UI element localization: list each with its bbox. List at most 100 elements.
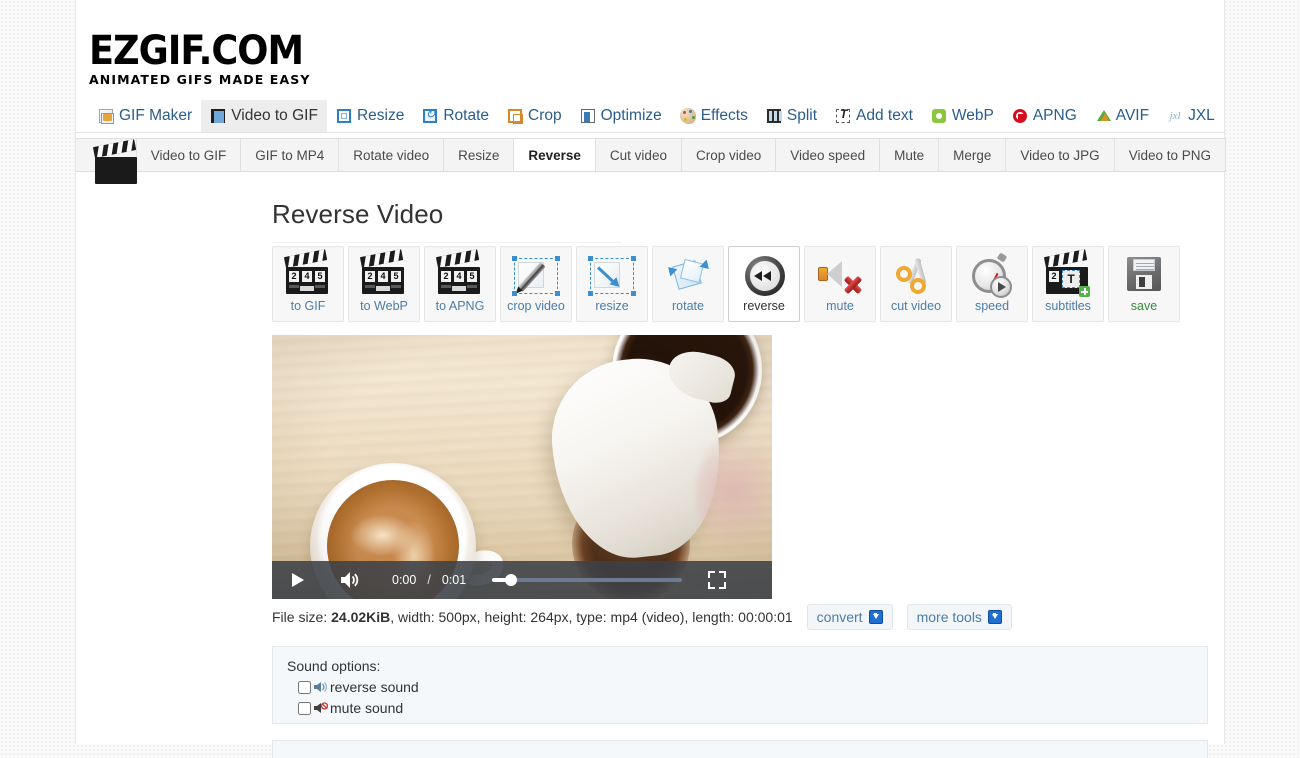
tool-crop-video[interactable]: crop video bbox=[500, 246, 572, 322]
nav-label: Effects bbox=[701, 107, 748, 125]
current-time: 0:00 bbox=[392, 573, 416, 587]
nav-label: APNG bbox=[1033, 107, 1077, 125]
nav-item-jxl[interactable]: jxl JXL bbox=[1158, 100, 1224, 132]
sound-options-panel: Sound options: reverse sound bbox=[272, 646, 1208, 724]
subnav-item-reverse[interactable]: Reverse bbox=[514, 139, 596, 171]
subnav-item-video-to-jpg[interactable]: Video to JPG bbox=[1006, 139, 1114, 171]
clapperboard-icon: 245 bbox=[284, 254, 332, 298]
nav-item-split[interactable]: Split bbox=[757, 100, 826, 132]
more-tools-label: more tools bbox=[917, 609, 982, 625]
nav-item-avif[interactable]: AVIF bbox=[1086, 100, 1158, 132]
speaker-reverse-icon bbox=[313, 680, 328, 694]
download-arrow-icon bbox=[988, 610, 1002, 624]
seek-slider[interactable] bbox=[492, 573, 682, 587]
tool-to-webp[interactable]: 245 to WebP bbox=[348, 246, 420, 322]
subnav-item-rotate-video[interactable]: Rotate video bbox=[339, 139, 444, 171]
subnav-label: Mute bbox=[894, 148, 924, 163]
subnav-item-crop-video[interactable]: Crop video bbox=[682, 139, 776, 171]
convert-button[interactable]: convert bbox=[807, 604, 893, 630]
sound-option-mute-sound[interactable]: mute sound bbox=[287, 700, 1207, 716]
reverse-sound-checkbox[interactable] bbox=[298, 681, 311, 694]
subnav-label: Video to PNG bbox=[1129, 148, 1211, 163]
nav-label: AVIF bbox=[1116, 107, 1149, 125]
tool-label: resize bbox=[595, 299, 628, 313]
nav-label: Video to GIF bbox=[231, 107, 318, 125]
nav-label: Rotate bbox=[443, 107, 489, 125]
nav-item-apng[interactable]: APNG bbox=[1003, 100, 1086, 132]
tool-subtitles[interactable]: 2 T subtitles bbox=[1032, 246, 1104, 322]
subnav-item-video-speed[interactable]: Video speed bbox=[776, 139, 880, 171]
nav-label: GIF Maker bbox=[119, 107, 192, 125]
site-logo[interactable]: EZGIF.COM ANIMATED GIFS MADE EASY bbox=[89, 31, 310, 87]
subnav-label: Reverse bbox=[528, 148, 581, 163]
subnav-item-cut-video[interactable]: Cut video bbox=[596, 139, 682, 171]
subnav-item-video-to-png[interactable]: Video to PNG bbox=[1115, 139, 1226, 171]
optimize-icon bbox=[580, 108, 596, 124]
tool-rotate[interactable]: rotate bbox=[652, 246, 724, 322]
tool-speed[interactable]: speed bbox=[956, 246, 1028, 322]
subnav-label: Crop video bbox=[696, 148, 761, 163]
rewind-icon bbox=[740, 254, 788, 298]
scissors-icon bbox=[892, 254, 940, 298]
mute-sound-label[interactable]: mute sound bbox=[330, 700, 403, 716]
tool-label: cut video bbox=[891, 299, 941, 313]
video-vignette bbox=[272, 335, 772, 599]
nav-item-webp[interactable]: WebP bbox=[922, 100, 1003, 132]
nav-item-add-text[interactable]: Add text bbox=[826, 100, 922, 132]
video-player[interactable]: 0:00 / 0:01 bbox=[272, 335, 772, 599]
page-title: Reverse Video bbox=[76, 172, 1226, 230]
tool-cut-video[interactable]: cut video bbox=[880, 246, 952, 322]
file-info-line: File size: 24.02KiB, width: 500px, heigh… bbox=[272, 604, 1012, 630]
nav-item-effects[interactable]: Effects bbox=[671, 100, 757, 132]
crop-icon bbox=[507, 108, 523, 124]
subnav-item-gif-to-mp4[interactable]: GIF to MP4 bbox=[241, 139, 339, 171]
nav-item-optimize[interactable]: Optimize bbox=[571, 100, 671, 132]
tool-mute[interactable]: mute bbox=[804, 246, 876, 322]
nav-item-gif-maker[interactable]: GIF Maker bbox=[89, 100, 201, 132]
tool-label: rotate bbox=[672, 299, 704, 313]
tool-to-apng[interactable]: 245 to APNG bbox=[424, 246, 496, 322]
main-navigation: GIF Maker Video to GIF Resize Rotate Cro… bbox=[76, 100, 1226, 133]
subnav-label: Merge bbox=[953, 148, 991, 163]
subtitles-icon: 2 T bbox=[1044, 254, 1092, 298]
tool-label: to GIF bbox=[291, 299, 326, 313]
tool-resize[interactable]: resize bbox=[576, 246, 648, 322]
apng-icon bbox=[1012, 108, 1028, 124]
sub-navigation: Video to GIF GIF to MP4 Rotate video Res… bbox=[76, 138, 1226, 172]
mute-sound-checkbox[interactable] bbox=[298, 702, 311, 715]
jxl-icon: jxl bbox=[1167, 108, 1183, 124]
sound-option-reverse-sound[interactable]: reverse sound bbox=[287, 679, 1207, 695]
nav-item-crop[interactable]: Crop bbox=[498, 100, 571, 132]
play-icon[interactable] bbox=[284, 572, 312, 588]
tool-label: save bbox=[1131, 299, 1157, 313]
gif-maker-icon bbox=[98, 108, 114, 124]
nav-item-video-to-gif[interactable]: Video to GIF bbox=[201, 100, 327, 132]
subnav-item-resize[interactable]: Resize bbox=[444, 139, 514, 171]
subnav-item-merge[interactable]: Merge bbox=[939, 139, 1006, 171]
reverse-sound-label[interactable]: reverse sound bbox=[330, 679, 419, 695]
fullscreen-icon[interactable] bbox=[708, 571, 726, 589]
nav-label: Split bbox=[787, 107, 817, 125]
nav-label: JXL bbox=[1188, 107, 1215, 125]
tool-reverse[interactable]: reverse bbox=[728, 246, 800, 322]
tool-to-gif[interactable]: 245 to GIF bbox=[272, 246, 344, 322]
subnav-label: Video speed bbox=[790, 148, 865, 163]
subnav-item-mute[interactable]: Mute bbox=[880, 139, 939, 171]
nav-item-rotate[interactable]: Rotate bbox=[413, 100, 498, 132]
clapperboard-icon: 245 bbox=[360, 254, 408, 298]
subnav-home-clapperboard-icon[interactable] bbox=[76, 139, 137, 171]
download-arrow-icon bbox=[869, 610, 883, 624]
convert-label: convert bbox=[817, 609, 863, 625]
seek-handle[interactable] bbox=[505, 574, 517, 586]
tool-label: to WebP bbox=[360, 299, 408, 313]
volume-icon[interactable] bbox=[336, 571, 364, 589]
subnav-label: Resize bbox=[458, 148, 499, 163]
clapperboard-icon: 245 bbox=[436, 254, 484, 298]
subnav-item-video-to-gif[interactable]: Video to GIF bbox=[137, 139, 242, 171]
tool-save[interactable]: save bbox=[1108, 246, 1180, 322]
tool-label: crop video bbox=[507, 299, 565, 313]
nav-label: Optimize bbox=[601, 107, 662, 125]
more-tools-button[interactable]: more tools bbox=[907, 604, 1012, 630]
nav-item-resize[interactable]: Resize bbox=[327, 100, 413, 132]
webp-icon bbox=[931, 108, 947, 124]
